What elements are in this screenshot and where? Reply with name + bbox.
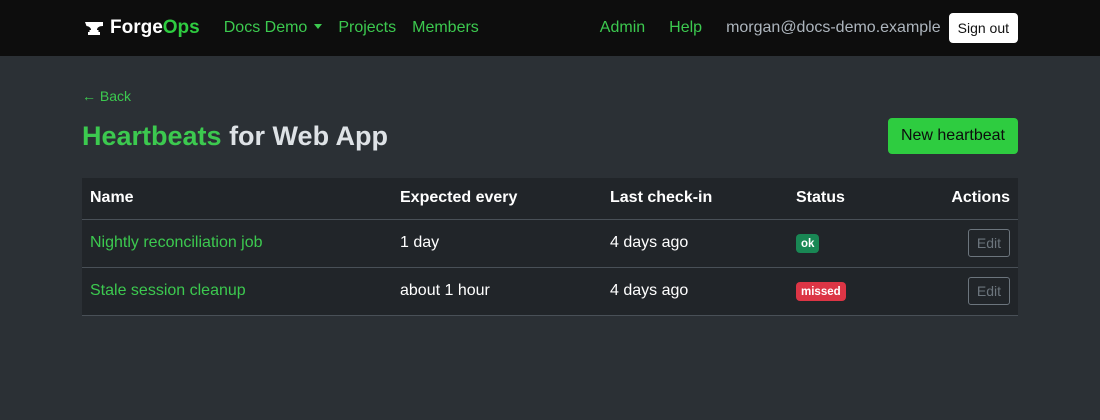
cell-expected: 1 day — [392, 219, 602, 268]
main-content: ← Back Heartbeats for Web App New heartb… — [0, 56, 1100, 316]
column-header-status: Status — [788, 178, 896, 220]
cell-expected: about 1 hour — [392, 267, 602, 316]
page-title-accent: Heartbeats — [82, 120, 222, 151]
cell-actions: Edit — [895, 219, 1018, 268]
nav-admin-link[interactable]: Admin — [600, 19, 645, 37]
cell-last-checkin: 4 days ago — [602, 219, 788, 268]
cell-name: Nightly reconciliation job — [82, 219, 392, 268]
heartbeats-table: Name Expected every Last check-in Status… — [82, 178, 1018, 316]
page-header: Heartbeats for Web App New heartbeat — [82, 118, 1018, 154]
column-header-actions: Actions — [895, 178, 1018, 220]
brand-name-part1: Forge — [110, 17, 163, 38]
org-dropdown-label: Docs Demo — [223, 19, 308, 36]
brand-name-part2: Ops — [162, 17, 200, 38]
brand-logo[interactable]: ForgeOps — [84, 17, 200, 39]
edit-button[interactable]: Edit — [967, 277, 1010, 305]
org-dropdown[interactable]: Docs Demo — [224, 19, 323, 37]
top-navbar: ForgeOps Docs Demo Projects Members Admi… — [0, 0, 1100, 56]
anvil-icon — [85, 22, 103, 35]
cell-name: Stale session cleanup — [82, 267, 392, 316]
sign-out-button[interactable]: Sign out — [948, 13, 1018, 43]
nav-right-group: Admin Help morgan@docs-demo.example Sign… — [600, 13, 1018, 43]
page-title-rest: for Web App — [221, 120, 389, 151]
table-row: Stale session cleanup about 1 hour 4 day… — [82, 267, 1018, 316]
brand-name: ForgeOps — [110, 17, 200, 39]
heartbeat-name-link[interactable]: Nightly reconciliation job — [90, 234, 263, 251]
back-link[interactable]: ← Back — [82, 88, 131, 104]
column-header-name: Name — [82, 178, 392, 220]
user-email: morgan@docs-demo.example — [726, 19, 941, 36]
cell-last-checkin: 4 days ago — [602, 267, 788, 316]
edit-button[interactable]: Edit — [967, 229, 1010, 257]
nav-projects-link[interactable]: Projects — [338, 19, 396, 37]
status-badge: missed — [796, 281, 846, 301]
column-header-last-checkin: Last check-in — [602, 178, 788, 220]
cell-status: missed — [788, 267, 896, 316]
status-badge: ok — [796, 233, 820, 253]
cell-actions: Edit — [895, 267, 1018, 316]
column-header-expected: Expected every — [392, 178, 602, 220]
cell-status: ok — [788, 219, 896, 268]
table-header-row: Name Expected every Last check-in Status… — [82, 178, 1018, 220]
nav-members-link[interactable]: Members — [412, 19, 479, 37]
nav-help-link[interactable]: Help — [669, 19, 702, 37]
new-heartbeat-button[interactable]: New heartbeat — [887, 118, 1018, 154]
page-title: Heartbeats for Web App — [82, 121, 388, 152]
heartbeat-name-link[interactable]: Stale session cleanup — [90, 282, 246, 299]
table-row: Nightly reconciliation job 1 day 4 days … — [82, 219, 1018, 268]
caret-down-icon — [314, 24, 323, 29]
